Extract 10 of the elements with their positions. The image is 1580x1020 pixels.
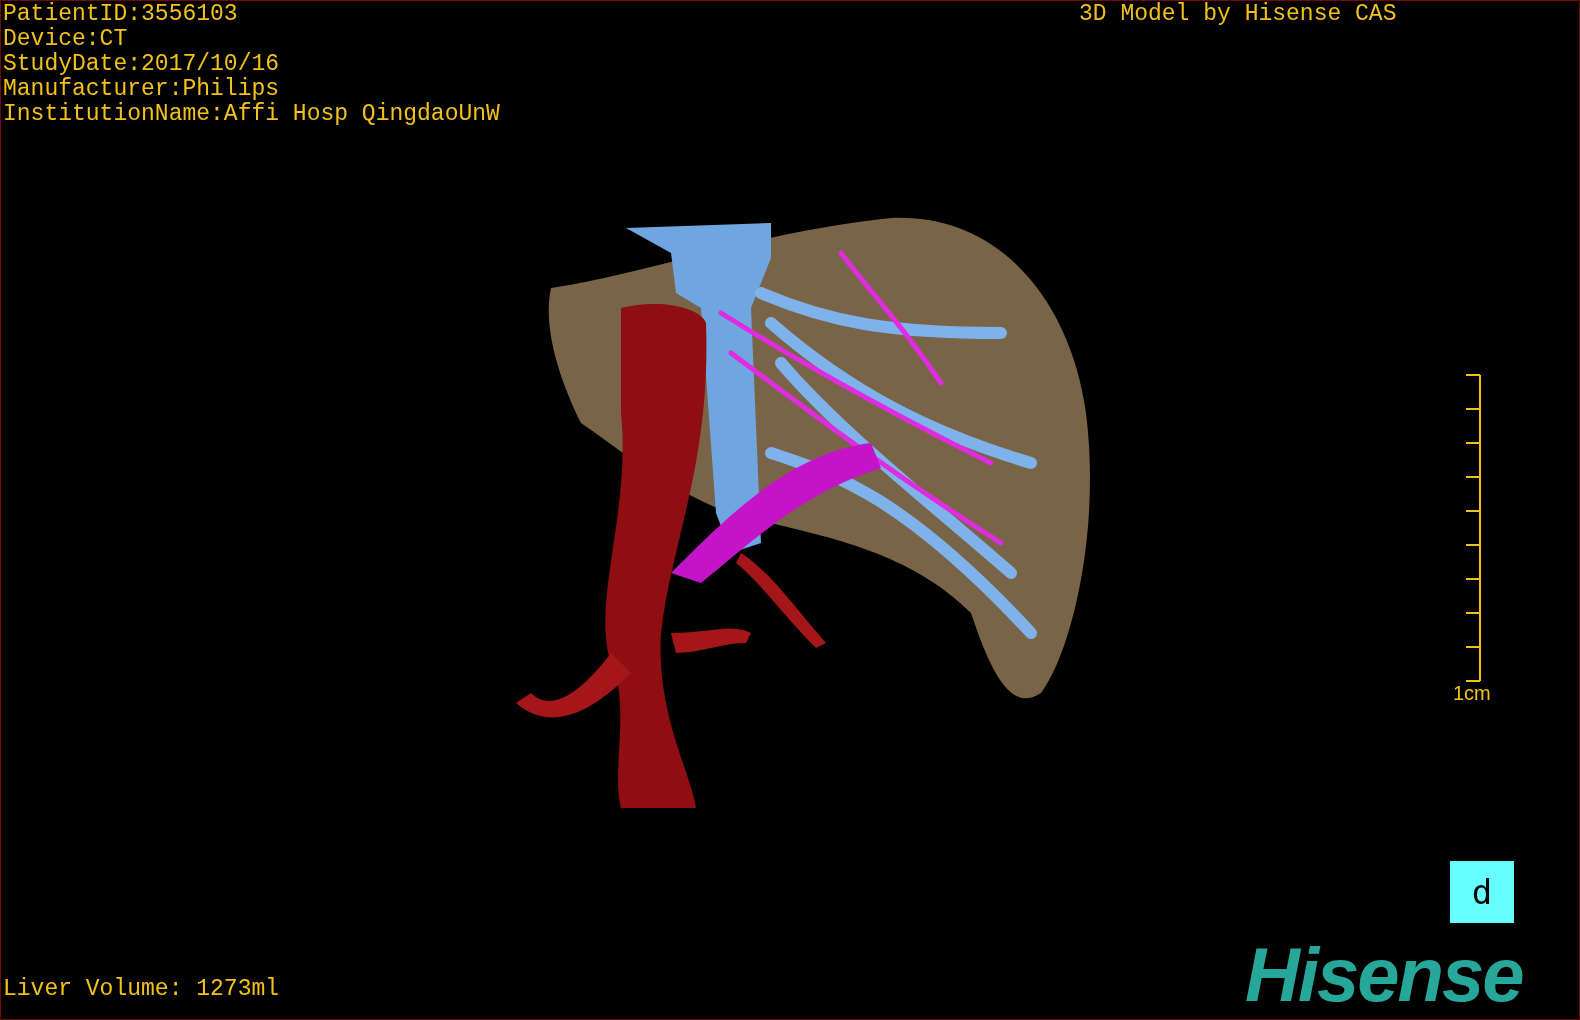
study-info-text: Device:CT: [3, 27, 129, 52]
model-title: 3D Model by Hisense CAS: [1079, 2, 1397, 27]
study-info-text: StudyDate:2017/10/16: [3, 52, 281, 77]
orientation-marker[interactable]: d: [1450, 861, 1514, 923]
study-info-text: PatientID:3556103: [3, 2, 239, 27]
study-info-text: Manufacturer:Philips: [3, 77, 281, 102]
logo: Hisense: [1245, 937, 1523, 1013]
scale-label: 1cm: [1453, 683, 1491, 703]
study-info-text: InstitutionName:Affi Hosp QingdaoUnW: [3, 102, 500, 127]
liver-volume-text: Liver Volume: 1273ml: [3, 977, 280, 1002]
